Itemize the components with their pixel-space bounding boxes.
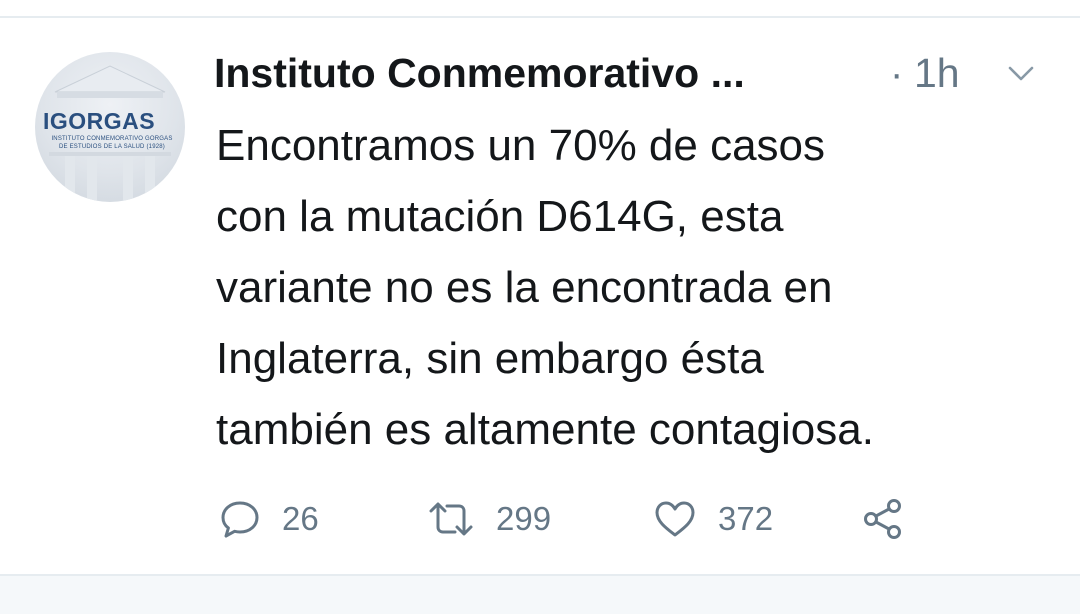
tweet-text-line: Encontramos un 70% de casos: [216, 121, 826, 170]
author-name[interactable]: Instituto Conmemorativo ...: [214, 50, 745, 97]
next-tweet-area: [0, 576, 1080, 614]
reply-count: 26: [282, 500, 319, 537]
comment-icon: [221, 501, 259, 538]
reply-button[interactable]: 26: [218, 494, 319, 544]
tweet-text-line: con la mutación D614G, esta: [216, 192, 784, 241]
tweet-text: Encontramos un 70% de casos con la mutac…: [216, 110, 1036, 465]
logo-subtitle-2: DE ESTUDIOS DE LA SALUD (1928): [58, 144, 166, 150]
avatar[interactable]: IGORGAS INSTITUTO CONMEMORATIVO GORGAS D…: [35, 52, 185, 202]
retweet-count: 299: [496, 500, 552, 537]
separator-dot: ·: [890, 52, 904, 96]
tweet-header: Instituto Conmemorativo ... · 1h: [214, 48, 1054, 104]
share-button[interactable]: [860, 494, 906, 544]
retweet-icon: [429, 502, 473, 536]
heart-icon: [655, 501, 695, 537]
logo-text: IGORGAS: [43, 108, 156, 134]
tweet-text-line: también es altamente contagiosa.: [216, 405, 874, 454]
retweet-button[interactable]: 299: [426, 494, 551, 544]
tweet-text-line: variante no es la encontrada en: [216, 263, 833, 312]
tweet-text-line: Inglaterra, sin embargo ésta: [216, 334, 764, 383]
like-count: 372: [718, 500, 774, 537]
share-icon: [864, 499, 901, 539]
tweet-actions: 26 299 372: [212, 494, 932, 544]
tweet-card[interactable]: IGORGAS INSTITUTO CONMEMORATIVO GORGAS D…: [0, 18, 1080, 574]
like-button[interactable]: 372: [652, 494, 773, 544]
timestamp[interactable]: 1h: [914, 50, 960, 97]
chevron-down-icon[interactable]: [1004, 58, 1038, 88]
logo-subtitle: INSTITUTO CONMEMORATIVO GORGAS: [51, 136, 173, 142]
